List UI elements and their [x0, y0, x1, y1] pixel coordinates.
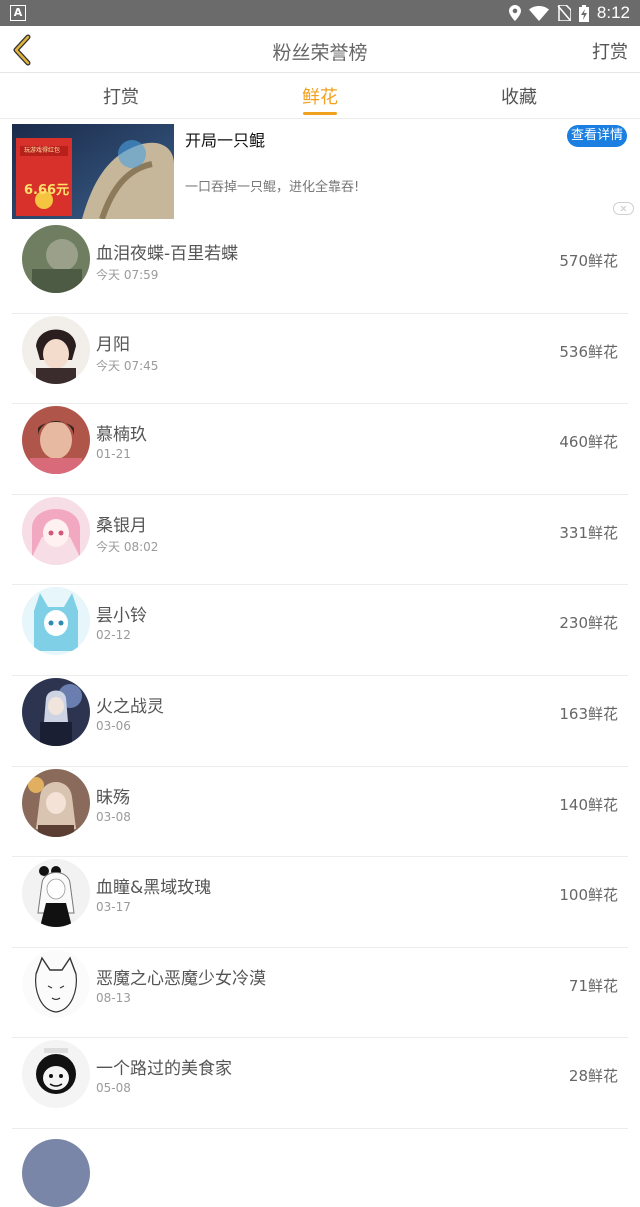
- user-name: 月阳: [96, 334, 130, 355]
- gift-time: 02-12: [96, 628, 131, 643]
- flower-count: 331鲜花: [559, 523, 618, 542]
- ad-image-caption: 玩游戏得红包: [24, 147, 61, 154]
- avatar: [22, 406, 90, 475]
- list-item[interactable]: 血瞳&黑域玫瑰 03-17 100鲜花: [0, 857, 640, 948]
- status-bar: A 8:12: [0, 0, 640, 26]
- user-name: 慕楠玖: [96, 425, 147, 446]
- ad-banner[interactable]: 玩游戏得红包 6.66元 开局一只鲲 一口吞掉一只鲲，进化全靠吞! 查看详情: [0, 119, 640, 223]
- tab-reward[interactable]: 打赏: [61, 83, 181, 109]
- avatar: [22, 1138, 90, 1207]
- flower-count: 28鲜花: [568, 1067, 618, 1086]
- top-bar: 粉丝荣誉榜 打赏: [0, 26, 640, 73]
- flower-count: 460鲜花: [559, 433, 618, 452]
- list-item[interactable]: 血泪夜蝶-百里若蝶 今天 07:59 570鲜花: [0, 223, 640, 314]
- gift-time: 03-08: [96, 809, 131, 824]
- fan-ranking-list: 血泪夜蝶-百里若蝶 今天 07:59 570鲜花 月阳 今天 07:45 536…: [0, 223, 640, 1207]
- user-name: 恶魔之心恶魔少女冷漠: [96, 968, 266, 989]
- user-name: 一个路过的美食家: [96, 1059, 232, 1080]
- ad-details-button[interactable]: 查看详情: [567, 125, 627, 147]
- gift-time: 03-06: [96, 718, 131, 733]
- user-name: 血泪夜蝶-百里若蝶: [96, 244, 239, 264]
- battery-charging-icon: [578, 4, 589, 22]
- ad-close-icon[interactable]: [613, 202, 634, 215]
- ad-description[interactable]: 一口吞掉一只鲲，进化全靠吞!: [185, 176, 359, 195]
- app-notification-icon: A: [10, 5, 26, 21]
- list-item[interactable]: 恶魔之心恶魔少女冷漠 08-13 71鲜花: [0, 948, 640, 1039]
- flower-count: 71鲜花: [568, 976, 618, 995]
- avatar: [22, 859, 90, 928]
- ad-image[interactable]: 玩游戏得红包 6.66元: [12, 124, 174, 219]
- gift-time: 08-13: [96, 990, 131, 1005]
- user-name: 昧殇: [96, 787, 130, 808]
- list-item[interactable]: 火之战灵 03-06 163鲜花: [0, 676, 640, 767]
- user-name: 血瞳&黑域玫瑰: [96, 878, 212, 899]
- avatar: [22, 768, 90, 837]
- avatar: [22, 225, 90, 293]
- flower-count: 230鲜花: [559, 614, 618, 633]
- list-item[interactable]: 月阳 今天 07:45 536鲜花: [0, 314, 640, 405]
- ad-title[interactable]: 开局一只鲲: [185, 127, 265, 151]
- list-item-partial[interactable]: [0, 1129, 640, 1207]
- gift-time: 今天 07:59: [96, 268, 159, 282]
- tab-favorites[interactable]: 收藏: [459, 83, 579, 109]
- list-item[interactable]: 昙小铃 02-12 230鲜花: [0, 585, 640, 676]
- gift-time: 03-17: [96, 900, 131, 915]
- clock: 8:12: [596, 3, 630, 22]
- flower-count: 163鲜花: [559, 704, 618, 723]
- gift-time: 今天 07:45: [96, 358, 159, 373]
- no-sim-icon: [557, 5, 571, 21]
- list-item[interactable]: 桑银月 今天 08:02 331鲜花: [0, 495, 640, 586]
- avatar: [22, 1040, 90, 1109]
- list-item[interactable]: 慕楠玖 01-21 460鲜花: [0, 404, 640, 495]
- gift-time: 05-08: [96, 1081, 131, 1096]
- reward-button[interactable]: 打赏: [592, 38, 628, 64]
- avatar: [22, 677, 90, 746]
- list-item[interactable]: 昧殇 03-08 140鲜花: [0, 767, 640, 858]
- ad-image-amount: 6.66元: [24, 183, 70, 198]
- user-name: 火之战灵: [96, 696, 164, 717]
- user-name: 昙小铃: [96, 606, 147, 627]
- gift-time: 01-21: [96, 447, 131, 462]
- wifi-icon: [528, 5, 549, 21]
- flower-count: 140鲜花: [559, 795, 618, 814]
- flower-count: 570鲜花: [559, 252, 618, 270]
- tab-bar: 打赏 鲜花 收藏: [0, 73, 640, 119]
- page-title: 粉丝荣誉榜: [272, 42, 368, 64]
- avatar: [22, 949, 90, 1018]
- avatar: [22, 315, 90, 384]
- flower-count: 536鲜花: [559, 342, 618, 361]
- user-name: 桑银月: [96, 515, 147, 536]
- avatar: [22, 587, 90, 656]
- list-item[interactable]: 一个路过的美食家 05-08 28鲜花: [0, 1038, 640, 1129]
- active-tab-indicator: [303, 112, 337, 115]
- location-icon: [508, 5, 521, 21]
- flower-count: 100鲜花: [559, 886, 618, 905]
- tab-flowers[interactable]: 鲜花: [260, 83, 380, 109]
- gift-time: 今天 08:02: [96, 539, 159, 554]
- avatar: [22, 496, 90, 565]
- status-icons: 8:12: [508, 0, 630, 26]
